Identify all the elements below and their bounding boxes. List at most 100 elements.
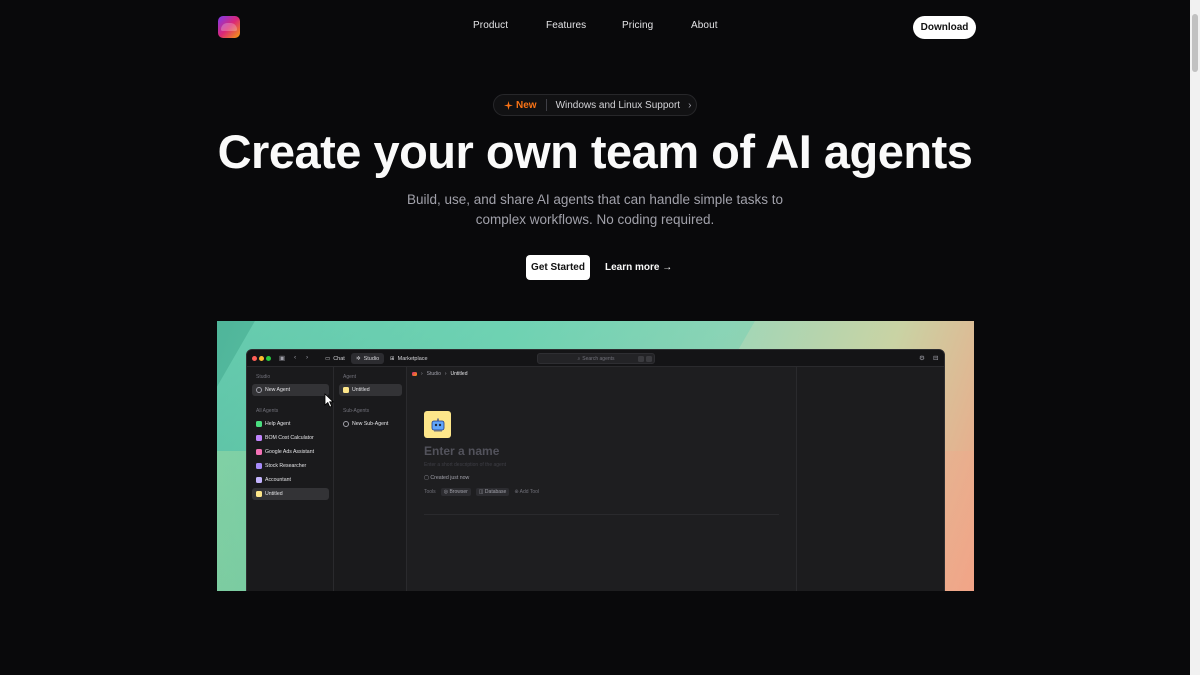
- agent-list-item[interactable]: Stock Researcher: [252, 460, 329, 472]
- app-titlebar: ▣ ‹ › ▭ Chat ✲ Studio ⊞ Marketplace ⌕ Searc…: [247, 350, 944, 367]
- breadcrumb: › Studio › Untitled: [412, 371, 467, 377]
- plus-icon: ⊕: [514, 489, 519, 495]
- agent-avatar-icon: [256, 449, 262, 455]
- agent-avatar-icon: [256, 421, 262, 427]
- database-icon: ◫: [478, 489, 484, 495]
- plus-circle-icon: [343, 421, 349, 427]
- breadcrumb-separator: ›: [421, 371, 423, 377]
- learn-more-link[interactable]: Learn more →: [605, 262, 672, 273]
- get-started-button[interactable]: Get Started: [526, 255, 590, 280]
- tool-chip-database[interactable]: ◫ Database: [475, 488, 510, 496]
- agent-list-item[interactable]: Google Ads Assistant: [252, 446, 329, 458]
- globe-icon: ◎: [443, 489, 449, 495]
- agent-avatar-icon: [256, 435, 262, 441]
- new-sub-agent-button[interactable]: New Sub-Agent: [339, 418, 402, 430]
- tab-marketplace[interactable]: ⊞ Marketplace: [385, 353, 433, 364]
- agent-item[interactable]: Untitled: [339, 384, 402, 396]
- cmd-key-icon: [638, 356, 644, 362]
- badge-new-label: New: [516, 99, 537, 111]
- agent-list-item[interactable]: Help Agent: [252, 418, 329, 430]
- badge-text: Windows and Linux Support: [555, 99, 681, 111]
- search-placeholder: Search agents: [582, 355, 615, 362]
- nav-links: Product Features Pricing About: [0, 20, 1190, 36]
- agent-editor: › Studio › Untitled Enter a name Enter a…: [407, 367, 796, 591]
- back-icon[interactable]: ‹: [294, 354, 296, 361]
- agent-list-item[interactable]: BOM Cost Calculator: [252, 432, 329, 444]
- agent-avatar-icon: [343, 387, 349, 393]
- settings-icon[interactable]: ⚙: [919, 354, 925, 362]
- announcement-badge[interactable]: New Windows and Linux Support ›: [493, 94, 697, 116]
- tab-marketplace-label: Marketplace: [397, 355, 428, 362]
- tab-chat[interactable]: ▭ Chat: [320, 353, 350, 364]
- agent-label: Accountant: [265, 477, 291, 483]
- all-agents-section-label: All Agents: [256, 408, 279, 414]
- agent-label: Help Agent: [265, 421, 291, 427]
- product-showcase: ▣ ‹ › ▭ Chat ✲ Studio ⊞ Marketplace ⌕ Searc…: [217, 321, 974, 591]
- agent-name-input[interactable]: Enter a name: [424, 444, 499, 458]
- close-dot-icon[interactable]: [252, 356, 257, 361]
- studio-section-label: Studio: [256, 374, 271, 380]
- app-logo-icon: [412, 372, 417, 376]
- tool-chip-label: Browser: [449, 489, 468, 495]
- created-label: Created just now: [430, 475, 470, 481]
- new-agent-button[interactable]: New Agent: [252, 384, 329, 396]
- maximize-dot-icon[interactable]: [266, 356, 271, 361]
- agent-list-item[interactable]: Accountant: [252, 474, 329, 486]
- nav-link-pricing[interactable]: Pricing: [622, 20, 653, 31]
- agent-section-label: Agent: [343, 374, 357, 380]
- minimize-dot-icon[interactable]: [259, 356, 264, 361]
- studio-sidebar: Studio New Agent All Agents Help Agent B…: [247, 367, 334, 591]
- sparkle-icon: [504, 100, 513, 110]
- top-nav: Product Features Pricing About Download: [0, 0, 1190, 54]
- nav-link-about[interactable]: About: [691, 20, 718, 31]
- k-key-icon: [646, 356, 652, 362]
- nav-link-product[interactable]: Product: [473, 20, 508, 31]
- new-sub-agent-label: New Sub-Agent: [352, 421, 389, 427]
- marketplace-icon: ⊞: [390, 355, 395, 362]
- add-tool-label: Add Tool: [519, 489, 540, 495]
- tools-label: Tools: [424, 489, 436, 495]
- agent-label: Untitled: [265, 491, 283, 497]
- tab-chat-label: Chat: [333, 355, 345, 362]
- mouse-cursor-icon: [324, 393, 334, 408]
- tab-studio-label: Studio: [363, 355, 380, 362]
- scrollbar-thumb[interactable]: [1192, 14, 1198, 72]
- search-icon: ⌕: [577, 355, 581, 362]
- sidebar-toggle-icon[interactable]: ▣: [279, 354, 285, 362]
- right-panel: [796, 367, 944, 591]
- created-info: ▢ Created just now: [424, 475, 469, 481]
- chat-icon: ▭: [325, 355, 331, 362]
- calendar-icon: ▢: [424, 475, 429, 481]
- tool-chip-browser[interactable]: ◎ Browser: [440, 488, 471, 496]
- agent-search-input[interactable]: ⌕ Search agents: [537, 353, 655, 364]
- agent-structure-panel: Agent Untitled Sub-Agents New Sub-Agent: [334, 367, 407, 591]
- robot-icon: [431, 418, 444, 431]
- agent-list-item[interactable]: Untitled: [252, 488, 329, 500]
- agent-label: BOM Cost Calculator: [265, 435, 314, 441]
- nav-link-features[interactable]: Features: [546, 20, 586, 31]
- agent-avatar-icon: [256, 477, 262, 483]
- agent-description-input[interactable]: Enter a short description of the agent: [424, 462, 506, 468]
- add-tool-button[interactable]: ⊕ Add Tool: [514, 489, 539, 495]
- breadcrumb-studio[interactable]: Studio: [427, 371, 441, 377]
- download-button[interactable]: Download: [913, 16, 976, 39]
- page-scrollbar[interactable]: [1190, 0, 1200, 675]
- editor-divider: [424, 514, 779, 515]
- chevron-right-icon: ›: [688, 99, 692, 111]
- badge-new: New: [504, 100, 537, 111]
- sub-agents-section-label: Sub-Agents: [343, 408, 370, 414]
- agent-label: Stock Researcher: [265, 463, 307, 469]
- forward-icon[interactable]: ›: [306, 354, 308, 361]
- tab-studio[interactable]: ✲ Studio: [351, 353, 385, 364]
- agent-label: Google Ads Assistant: [265, 449, 315, 455]
- agent-item-label: Untitled: [352, 387, 370, 393]
- app-window: ▣ ‹ › ▭ Chat ✲ Studio ⊞ Marketplace ⌕ Searc…: [246, 349, 945, 591]
- tool-chip-label: Database: [484, 489, 507, 495]
- breadcrumb-separator: ›: [444, 371, 447, 377]
- studio-icon: ✲: [356, 355, 361, 362]
- agent-avatar[interactable]: [424, 411, 451, 438]
- agent-avatar-icon: [256, 463, 262, 469]
- layout-icon[interactable]: ⊟: [933, 354, 938, 362]
- breadcrumb-untitled: Untitled: [450, 371, 468, 377]
- badge-divider: [545, 99, 547, 111]
